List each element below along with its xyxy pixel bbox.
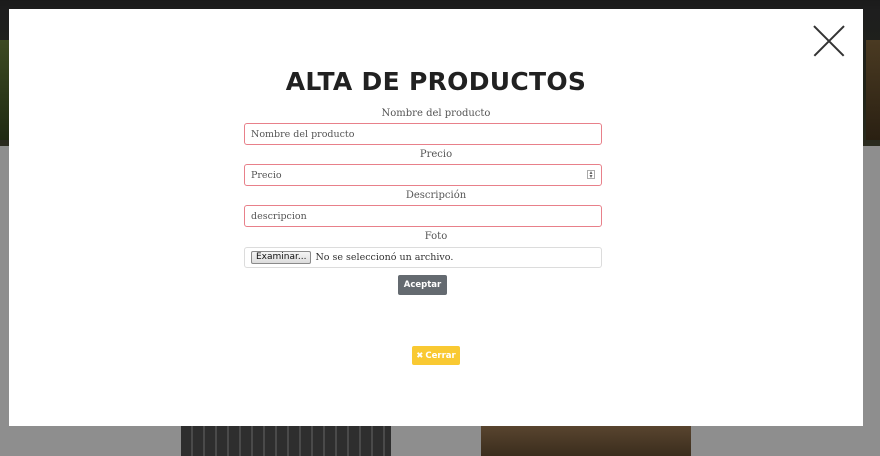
name-label: Nombre del producto [381, 108, 491, 119]
background-product-image-2 [481, 424, 691, 456]
close-button-label: Cerrar [425, 350, 456, 361]
description-label: Descripción [405, 190, 467, 201]
photo-file-input[interactable]: Examinar... No se seleccionó un archivo. [244, 247, 602, 268]
browse-button[interactable]: Examinar... [251, 251, 312, 264]
close-button[interactable]: ✖ Cerrar [412, 346, 460, 365]
name-input-placeholder: Nombre del producto [251, 128, 355, 140]
price-label: Precio [419, 149, 453, 160]
description-input-placeholder: descripcion [251, 210, 307, 222]
name-input[interactable]: Nombre del producto [244, 123, 602, 145]
price-input-placeholder: Precio [251, 169, 282, 181]
file-status: No se seleccionó un archivo. [315, 252, 454, 263]
modal-title: ALTA DE PRODUCTOS [285, 67, 587, 96]
background-plant-right [866, 40, 880, 140]
accept-button[interactable]: Aceptar [398, 275, 447, 295]
price-input[interactable]: Precio ▴ ▾ [244, 164, 602, 186]
close-icon: ✖ [416, 350, 424, 361]
description-input[interactable]: descripcion [244, 205, 602, 227]
modal: ALTA DE PRODUCTOS Nombre del producto No… [9, 9, 863, 426]
background-product-image-1 [181, 424, 391, 456]
photo-label: Foto [424, 231, 448, 242]
number-spinner-icon[interactable]: ▴ ▾ [587, 170, 595, 179]
close-x-icon[interactable] [813, 25, 845, 57]
